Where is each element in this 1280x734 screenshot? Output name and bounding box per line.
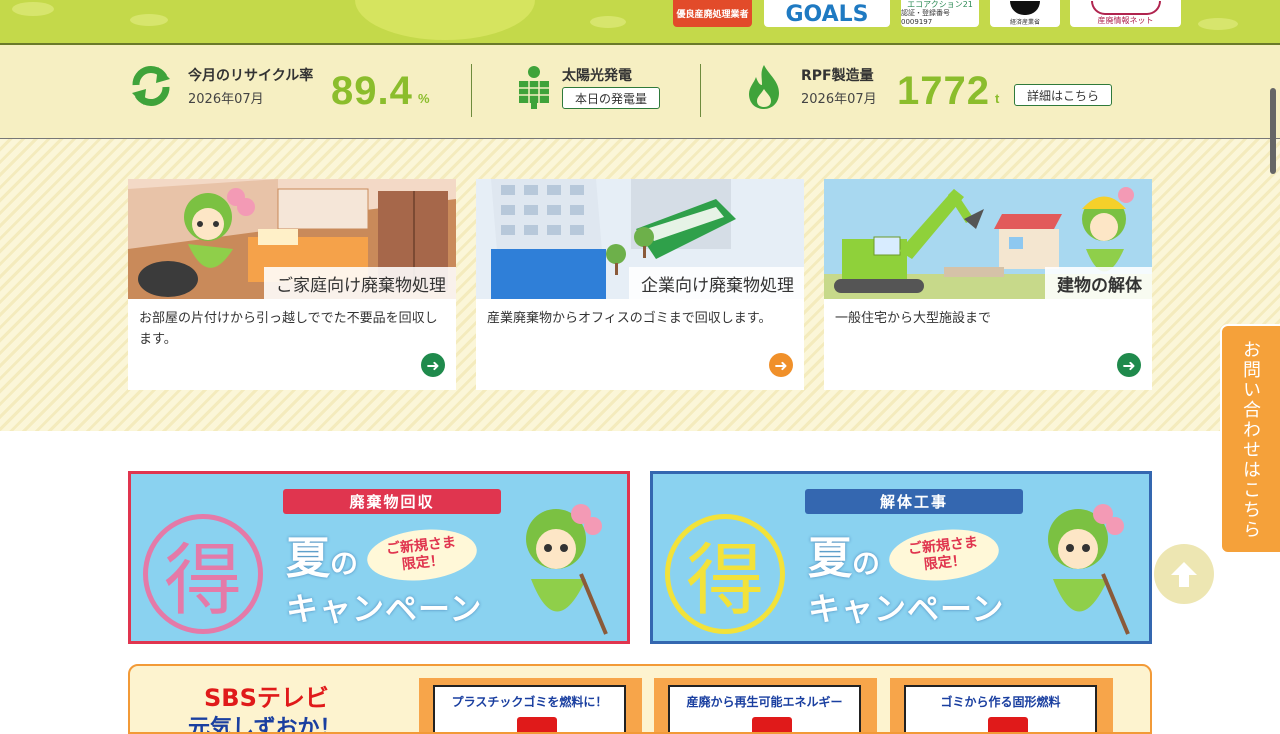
demolition-service-label: 建物の解体	[1045, 267, 1152, 299]
scroll-to-top-button[interactable]	[1154, 544, 1214, 604]
tv-screen: 産廃から再生可能エネルギー	[668, 685, 861, 732]
new-customer-bubble: ご新規さま 限定！	[886, 524, 1002, 586]
tv-media-section: SBSテレビ 元気しずおか！ プラスチックゴミを燃料に！ 産廃から再生可能エネル…	[128, 664, 1152, 734]
tv-screen: プラスチックゴミを燃料に！	[433, 685, 626, 732]
arrow-right-icon[interactable]: ➜	[1117, 353, 1141, 377]
contact-tab-label: お問い合わせはこちら	[1240, 340, 1261, 540]
campaign-tag: 解体工事	[805, 489, 1023, 514]
shield-icon	[1010, 1, 1040, 15]
hill-decoration	[355, 0, 535, 40]
rpf-title: RPF製造量	[801, 68, 874, 84]
tv-program-title: ゴミから作る固形燃料	[940, 695, 1061, 709]
mascot-illustration	[526, 504, 608, 635]
bubble-line-2: 限定！	[401, 552, 445, 574]
rpf-date: 2026年07月	[801, 92, 877, 107]
service-card-business[interactable]: 企業向け廃棄物処理 産業廃棄物からオフィスのゴミまで回収します。 ➜	[476, 179, 804, 390]
tokuten-circle: 得	[143, 514, 263, 634]
divider	[700, 64, 701, 117]
tv-screen: ゴミから作る固形燃料	[904, 685, 1097, 732]
campaign-title-particle: の	[852, 547, 881, 580]
scrollbar-thumb[interactable]	[1270, 88, 1276, 174]
campaign-title-campaign: キャンペーン	[808, 590, 1005, 628]
tokuten-circle: 得	[665, 514, 785, 634]
rpf-amount-value: 1772	[897, 69, 990, 113]
recycle-icon	[132, 65, 170, 107]
campaign-title-main: 夏	[808, 533, 852, 584]
tv-program-card[interactable]: ゴミから作る固形燃料	[890, 678, 1113, 732]
rpf-amount-unit: t	[995, 91, 1000, 106]
tv-program-title: プラスチックゴミを燃料に！	[451, 695, 608, 709]
recycle-title: 今月のリサイクル率	[188, 68, 314, 84]
business-service-description: 産業廃棄物からオフィスのゴミまで回収します。	[487, 311, 772, 326]
eco-action-title: エコアクション21	[907, 0, 973, 9]
arrow-right-icon[interactable]: ➜	[769, 353, 793, 377]
household-service-description: お部屋の片付けから引っ越しででた不要品を回収します。	[139, 311, 438, 347]
waste-collection-campaign-banner[interactable]: 廃棄物回収 得 夏の キャンペーン ご新規さま 限定！	[128, 471, 630, 644]
meti-label: 経済産業省	[1009, 19, 1040, 26]
campaign-title-particle: の	[330, 547, 359, 580]
ring-logo-icon	[1090, 1, 1161, 15]
arrow-right-icon[interactable]: ➜	[421, 353, 445, 377]
solar-panel-icon	[519, 66, 549, 109]
eco-action-badge[interactable]: エコアクション21 認証・登録番号 0009197	[901, 0, 979, 27]
household-service-label: ご家庭向け廃棄物処理	[264, 267, 456, 299]
sdgs-goals-badge[interactable]: GOALS	[764, 0, 890, 27]
mascot-illustration	[1048, 504, 1130, 635]
divider	[471, 64, 472, 117]
demolition-service-description: 一般住宅から大型施設まで	[835, 311, 992, 326]
business-illustration: 企業向け廃棄物処理	[476, 179, 804, 299]
recycle-rate-unit: %	[418, 91, 430, 106]
service-card-household[interactable]: ご家庭向け廃棄物処理 お部屋の片付けから引っ越しででた不要品を回収します。 ➜	[128, 179, 456, 390]
decoration-dot	[12, 2, 54, 16]
excellent-contractor-badge[interactable]: 優良産廃処理業者	[673, 0, 752, 27]
tv-program-title: 産廃から再生可能エネルギー	[686, 695, 843, 709]
stats-bar: 今月のリサイクル率 2026年07月 89.4 % 太陽光発電 本日の発電量 R…	[0, 45, 1280, 139]
campaign-title-summer: 夏の	[808, 522, 880, 586]
contact-side-tab[interactable]: お問い合わせはこちら	[1220, 324, 1280, 554]
services-section: ご家庭向け廃棄物処理 お部屋の片付けから引っ越しででた不要品を回収します。 ➜	[0, 139, 1280, 431]
sanpai-net-badge[interactable]: 産廃情報ネット	[1070, 0, 1181, 27]
solar-title: 太陽光発電	[562, 68, 632, 84]
decoration-dot	[1198, 18, 1238, 30]
recycle-rate-value: 89.4	[331, 69, 413, 113]
campaign-title-summer: 夏の	[286, 522, 358, 586]
bubble-line-2: 限定！	[923, 552, 967, 574]
campaign-tag: 廃棄物回収	[283, 489, 501, 514]
household-illustration: ご家庭向け廃棄物処理	[128, 179, 456, 299]
arrow-up-icon	[1171, 562, 1197, 587]
campaign-title-main: 夏	[286, 533, 330, 584]
sdgs-goals-label: GOALS	[785, 2, 869, 27]
excellent-contractor-label: 優良産廃処理業者	[676, 10, 749, 20]
details-button[interactable]: 詳細はこちら	[1014, 84, 1112, 106]
sbs-tv-logo: SBSテレビ	[204, 684, 329, 712]
demolition-campaign-banner[interactable]: 解体工事 得 夏の キャンペーン ご新規さま 限定！	[650, 471, 1152, 644]
campaign-title-campaign: キャンペーン	[286, 590, 483, 628]
recycle-date: 2026年07月	[188, 92, 264, 107]
business-service-label: 企業向け廃棄物処理	[629, 267, 804, 299]
new-customer-bubble: ご新規さま 限定！	[364, 524, 480, 586]
meti-badge[interactable]: 経済産業省	[990, 0, 1060, 27]
top-header-strip: 優良産廃処理業者 GOALS エコアクション21 認証・登録番号 0009197…	[0, 0, 1280, 45]
eco-action-sub: 認証・登録番号 0009197	[901, 9, 950, 26]
decoration-dot	[130, 14, 168, 26]
sanpai-net-label: 産廃情報ネット	[1097, 16, 1154, 25]
tv-program-card[interactable]: プラスチックゴミを燃料に！	[419, 678, 642, 732]
flame-icon	[749, 65, 779, 109]
tv-program-card[interactable]: 産廃から再生可能エネルギー	[654, 678, 877, 732]
sbs-program-name: 元気しずおか！	[188, 716, 342, 734]
service-card-demolition[interactable]: 建物の解体 一般住宅から大型施設まで ➜	[824, 179, 1152, 390]
decoration-dot	[590, 16, 626, 28]
demolition-illustration: 建物の解体	[824, 179, 1152, 299]
todays-power-button[interactable]: 本日の発電量	[562, 87, 660, 109]
